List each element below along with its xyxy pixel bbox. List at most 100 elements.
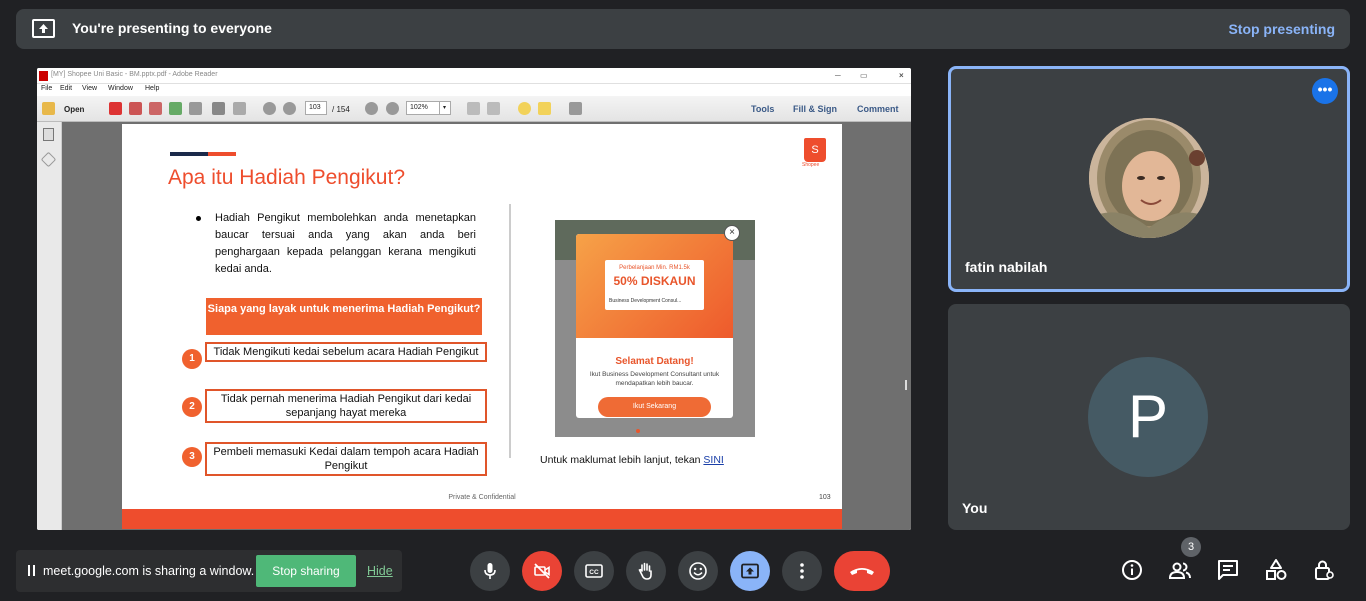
zoom-out-icon[interactable] (365, 102, 378, 115)
zoom-dropdown-icon[interactable]: ▾ (439, 101, 451, 115)
more-options-button[interactable] (782, 551, 822, 591)
reader-menubar: File Edit View Window Help (37, 84, 911, 96)
pause-icon (28, 565, 35, 576)
highlight-icon[interactable] (538, 102, 551, 115)
reader-toolbar: Open 103 / 154 102% ▾ Tools Fill & Sign … (37, 96, 911, 122)
zoom-in-icon[interactable] (386, 102, 399, 115)
email-icon[interactable] (233, 102, 246, 115)
reader-window-title: [MY] Shopee Uni Basic - BM.pptx.pdf - Ad… (51, 71, 218, 78)
export-pdf-icon[interactable] (129, 102, 142, 115)
bullet-icon (196, 216, 201, 221)
emoji-icon (689, 562, 707, 580)
page-total: / 154 (332, 105, 350, 114)
criterion-number: 2 (182, 397, 202, 417)
voucher-discount: 50% DISKAUN (613, 274, 696, 288)
shapes-icon (1266, 559, 1287, 580)
create-pdf-icon[interactable] (109, 102, 122, 115)
present-screen-icon (741, 563, 759, 579)
criterion-number: 3 (182, 447, 202, 467)
camera-off-icon (534, 563, 550, 579)
carousel-dot (636, 429, 640, 433)
more-options-icon[interactable]: ••• (1312, 78, 1338, 104)
present-screen-icon (32, 19, 55, 38)
fit-page-icon[interactable] (467, 102, 480, 115)
promo-welcome: Selamat Datang! (615, 356, 694, 367)
microphone-button[interactable] (470, 551, 510, 591)
restore-icon[interactable]: ▭ (860, 71, 868, 80)
participant-name: You (962, 500, 988, 516)
fit-width-icon[interactable] (487, 102, 500, 115)
follow-prize-screenshot: Perbelanjaan Min. RM1.5k 50% DISKAUN Bus… (555, 220, 755, 437)
zoom-input[interactable]: 102% (406, 101, 440, 115)
scroll-handle[interactable] (905, 380, 907, 390)
folder-icon[interactable] (42, 102, 55, 115)
slide-page: Apa itu Hadiah Pengikut? S Shopee Hadiah… (122, 124, 842, 529)
more-info-text: Untuk maklumat lebih lanjut, tekan SINI (540, 454, 724, 466)
stop-sharing-button[interactable]: Stop sharing (256, 555, 356, 587)
column-divider (509, 204, 511, 458)
microphone-icon (484, 563, 496, 579)
people-button[interactable] (1168, 558, 1192, 582)
menu-window[interactable]: Window (108, 85, 133, 92)
print-icon[interactable] (212, 102, 225, 115)
chat-button[interactable] (1216, 558, 1240, 582)
leave-call-button[interactable] (834, 551, 890, 591)
shopee-logo-label: Shopee (802, 162, 820, 168)
combine-icon[interactable] (149, 102, 162, 115)
page-up-icon[interactable] (263, 102, 276, 115)
slide-page-number: 103 (819, 494, 831, 501)
voucher-shop: Business Development Consul... (609, 298, 682, 304)
open-button[interactable]: Open (64, 105, 84, 114)
hide-link[interactable]: Hide (367, 564, 393, 578)
cloud-upload-icon[interactable] (169, 102, 182, 115)
criterion-text: Tidak pernah menerima Hadiah Pengikut da… (205, 389, 487, 423)
fill-sign-tab[interactable]: Fill & Sign (793, 104, 837, 114)
attachments-icon[interactable] (40, 151, 57, 168)
captions-button[interactable]: CC (574, 551, 614, 591)
reactions-button[interactable] (678, 551, 718, 591)
voucher-card: Perbelanjaan Min. RM1.5k 50% DISKAUN Bus… (605, 260, 704, 310)
activities-button[interactable] (1264, 558, 1288, 582)
minimize-icon[interactable]: ─ (835, 71, 841, 80)
menu-edit[interactable]: Edit (60, 85, 72, 92)
voucher-min-spend: Perbelanjaan Min. RM1.5k (619, 265, 690, 271)
document-canvas[interactable]: Apa itu Hadiah Pengikut? S Shopee Hadiah… (62, 122, 911, 530)
raise-hand-icon (638, 562, 652, 580)
participant-tile-fatin[interactable]: ••• fatin nabilah (948, 66, 1350, 292)
menu-view[interactable]: View (82, 85, 97, 92)
save-icon[interactable] (189, 102, 202, 115)
promo-subtext: Ikut Business Development Consultant unt… (589, 371, 720, 387)
meeting-details-button[interactable] (1120, 558, 1144, 582)
participant-name: fatin nabilah (965, 259, 1048, 275)
criterion-number: 1 (182, 349, 202, 369)
comment-bubble-icon[interactable] (518, 102, 531, 115)
more-info-link[interactable]: SINI (703, 454, 723, 466)
presenting-title: You're presenting to everyone (72, 20, 272, 36)
criterion-text: Pembeli memasuki Kedai dalam tempoh acar… (205, 442, 487, 476)
screen-share-notice: meet.google.com is sharing a window. Sto… (16, 550, 402, 592)
more-info-label: Untuk maklumat lebih lanjut, tekan (540, 454, 701, 466)
close-icon[interactable]: × (899, 71, 904, 80)
host-controls-button[interactable] (1312, 558, 1336, 582)
slide-bullet-text: Hadiah Pengikut membolehkan anda menetap… (215, 212, 476, 275)
tools-tab[interactable]: Tools (751, 104, 774, 114)
page-down-icon[interactable] (283, 102, 296, 115)
raise-hand-button[interactable] (626, 551, 666, 591)
eligibility-question: Siapa yang layak untuk menerima Hadiah P… (206, 298, 482, 335)
more-vert-icon (800, 563, 804, 579)
info-icon (1122, 560, 1142, 580)
comment-tab[interactable]: Comment (857, 104, 899, 114)
camera-off-button[interactable] (522, 551, 562, 591)
lock-person-icon (1315, 560, 1334, 580)
chat-icon (1218, 560, 1238, 580)
title-accent-orange (208, 152, 236, 156)
present-now-button[interactable] (730, 551, 770, 591)
menu-file[interactable]: File (41, 85, 52, 92)
pages-panel-icon[interactable] (43, 128, 54, 141)
menu-help[interactable]: Help (145, 85, 159, 92)
page-number-input[interactable]: 103 (305, 101, 327, 115)
confidential-label: Private & Confidential (448, 494, 516, 501)
participant-tile-you[interactable]: P You (948, 304, 1350, 530)
fullscreen-icon[interactable] (569, 102, 582, 115)
stop-presenting-button[interactable]: Stop presenting (1228, 21, 1335, 37)
